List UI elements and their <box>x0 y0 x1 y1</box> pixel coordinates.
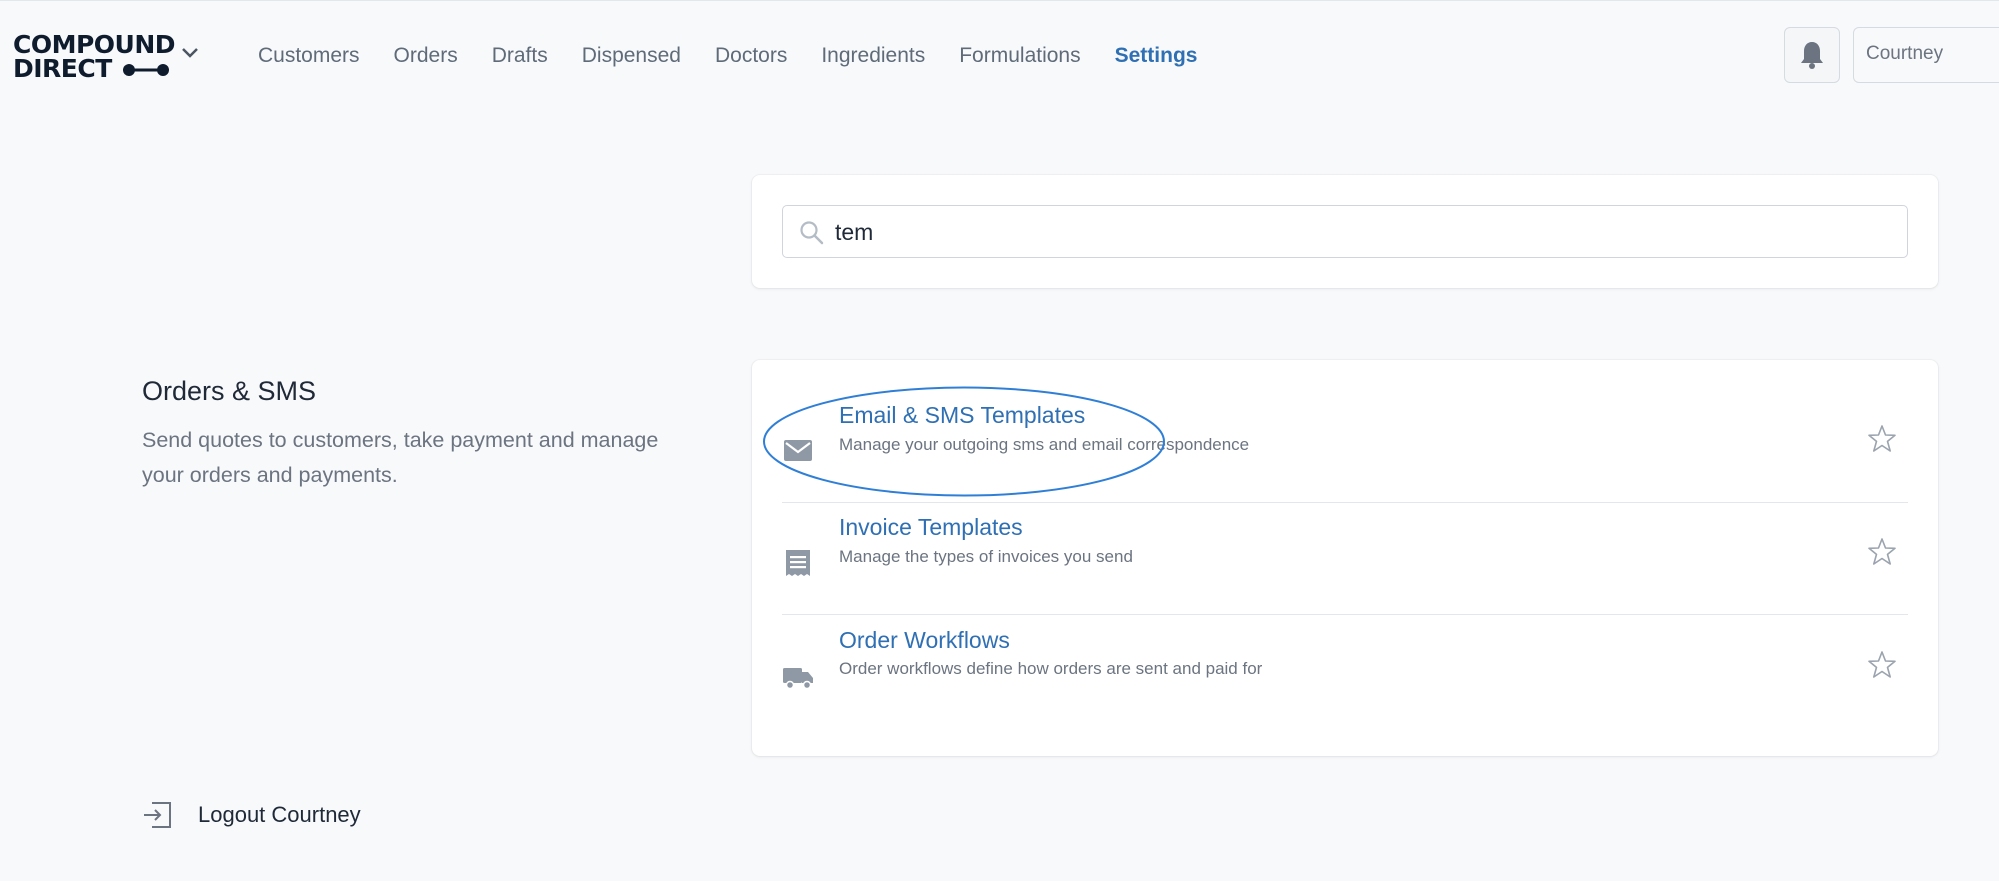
main-nav: Customers Orders Drafts Dispensed Doctor… <box>258 42 1231 72</box>
compound-direct-logo[interactable]: COMPOUND DIRECT <box>13 32 176 81</box>
nav-drafts[interactable]: Drafts <box>492 42 548 72</box>
divider <box>782 614 1908 615</box>
search-icon <box>800 221 824 245</box>
receipt-icon <box>786 550 810 576</box>
star-icon[interactable] <box>1867 650 1897 680</box>
item-title[interactable]: Order Workflows <box>839 627 1010 654</box>
logout-icon <box>144 802 171 828</box>
nav-dispensed[interactable]: Dispensed <box>582 42 681 72</box>
nav-ingredients[interactable]: Ingredients <box>821 42 925 72</box>
list-item-email-sms-templates[interactable]: Email & SMS Templates Manage your outgoi… <box>782 402 1908 527</box>
star-icon[interactable] <box>1867 537 1897 567</box>
search-card: tem <box>752 175 1938 288</box>
search-value: tem <box>835 219 874 245</box>
user-menu[interactable]: Courtney <box>1853 27 1999 83</box>
logo-connector-icon <box>123 64 169 76</box>
chevron-down-icon[interactable] <box>180 46 200 60</box>
divider <box>782 502 1908 503</box>
logout-button[interactable]: Logout Courtney <box>142 797 361 833</box>
top-border <box>0 0 1999 1</box>
nav-customers[interactable]: Customers <box>258 42 360 72</box>
item-description: Manage the types of invoices you send <box>839 547 1133 566</box>
section-title: Orders & SMS <box>142 376 317 406</box>
star-icon[interactable] <box>1867 424 1897 454</box>
section-description: Send quotes to customers, take payment a… <box>142 428 659 487</box>
item-description: Order workflows define how orders are se… <box>839 659 1263 678</box>
envelope-icon <box>784 440 812 461</box>
item-title[interactable]: Invoice Templates <box>839 514 1023 541</box>
item-description: Manage your outgoing sms and email corre… <box>839 435 1250 454</box>
settings-search-input[interactable]: tem <box>782 205 1908 258</box>
list-item-invoice-templates[interactable]: Invoice Templates Manage the types of in… <box>782 514 1908 640</box>
logout-label: Logout Courtney <box>198 802 361 827</box>
nav-orders[interactable]: Orders <box>394 42 458 72</box>
bell-icon <box>1801 42 1823 69</box>
truck-icon <box>783 668 813 690</box>
item-title[interactable]: Email & SMS Templates <box>839 402 1085 429</box>
settings-items-card: Email & SMS Templates Manage your outgoi… <box>752 360 1938 756</box>
nav-settings[interactable]: Settings <box>1115 42 1198 72</box>
list-item-order-workflows[interactable]: Order Workflows Order workflows define h… <box>782 627 1908 753</box>
nav-formulations[interactable]: Formulations <box>959 42 1080 72</box>
nav-doctors[interactable]: Doctors <box>715 42 787 72</box>
notifications-button[interactable] <box>1784 27 1840 83</box>
